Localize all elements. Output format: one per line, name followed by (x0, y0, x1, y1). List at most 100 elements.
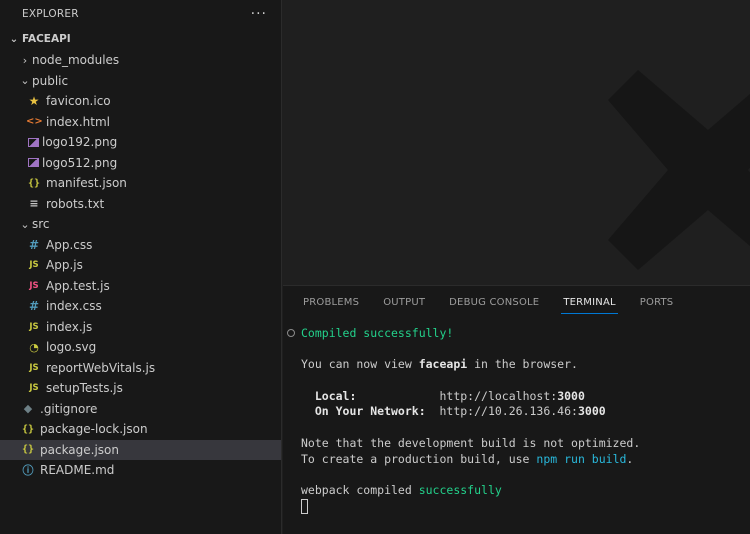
tree-file-package-lock[interactable]: {} package-lock.json (0, 419, 281, 440)
json-file-icon: {} (27, 177, 41, 189)
tree-item-label: index.html (46, 114, 110, 129)
terminal-local-port: 3000 (557, 388, 585, 403)
tree-folder-node-modules[interactable]: › node_modules (0, 50, 281, 71)
panel-tabs: PROBLEMS OUTPUT DEBUG CONSOLE TERMINAL P… (283, 286, 750, 318)
tree-file-report-web-vitals[interactable]: JS reportWebVitals.js (0, 358, 281, 379)
js-file-icon: JS (29, 383, 39, 394)
terminal-build-command: npm run build (536, 451, 627, 466)
tree-item-label: package-lock.json (40, 422, 148, 437)
terminal-line-webpack: webpack compiled successfully (301, 483, 750, 499)
tree-item-label: reportWebVitals.js (46, 360, 156, 375)
tab-ports[interactable]: PORTS (638, 291, 676, 314)
tree-file-index-html[interactable]: <> index.html (0, 112, 281, 133)
css-file-icon: # (28, 299, 40, 314)
tab-terminal[interactable]: TERMINAL (561, 291, 619, 314)
tree-file-manifest[interactable]: {} manifest.json (0, 173, 281, 194)
tree-item-label: App.test.js (46, 278, 110, 293)
tab-problems[interactable]: PROBLEMS (301, 291, 361, 314)
terminal-text: in the browser. (467, 357, 578, 372)
tree-file-logo-svg[interactable]: ◔ logo.svg (0, 337, 281, 358)
text-file-icon: ≡ (29, 197, 39, 211)
tree-file-readme[interactable]: ⓘ README.md (0, 460, 281, 481)
tree-item-label: logo.svg (46, 340, 97, 355)
tree-file-robots[interactable]: ≡ robots.txt (0, 194, 281, 215)
editor-area (283, 0, 750, 284)
tree-item-label: index.js (46, 319, 93, 334)
js-file-icon: JS (29, 362, 39, 373)
tree-item-label: logo512.png (42, 155, 118, 170)
chevron-down-icon: ⌄ (9, 33, 19, 45)
info-file-icon: ⓘ (22, 464, 34, 478)
js-file-icon: JS (29, 260, 39, 271)
explorer-sidebar: EXPLORER ··· ⌄ FACEAPI › node_modules ⌄ … (0, 0, 282, 534)
star-file-icon: ★ (28, 94, 40, 109)
svg-file-icon: ◔ (29, 340, 39, 354)
bottom-panel: PROBLEMS OUTPUT DEBUG CONSOLE TERMINAL P… (283, 285, 750, 534)
tree-file-index-js[interactable]: JS index.js (0, 317, 281, 338)
tree-file-logo512[interactable]: logo512.png (0, 153, 281, 174)
terminal-line-build: To create a production build, use npm ru… (301, 452, 750, 468)
terminal-line-local: Local: http://localhost:3000 (301, 389, 750, 405)
tree-file-app-js[interactable]: JS App.js (0, 255, 281, 276)
tree-item-label: README.md (40, 463, 115, 478)
tree-item-label: src (32, 217, 50, 232)
terminal-line-network: On Your Network: http://10.26.136.46:300… (301, 404, 750, 420)
js-file-icon: JS (29, 321, 39, 332)
tree-folder-src[interactable]: ⌄ src (0, 214, 281, 235)
terminal-cursor (301, 498, 308, 514)
chevron-right-icon: › (22, 53, 28, 67)
explorer-header: EXPLORER ··· (0, 0, 281, 28)
tree-item-label: node_modules (32, 53, 120, 68)
chevron-down-icon: ⌄ (20, 74, 30, 88)
tree-file-app-css[interactable]: # App.css (0, 235, 281, 256)
tree-item-label: setupTests.js (46, 381, 123, 396)
tree-item-label: index.css (46, 299, 102, 314)
terminal-line-compiled: Compiled successfully! (301, 326, 454, 340)
tree-item-label: .gitignore (40, 401, 98, 416)
tree-item-label: favicon.ico (46, 94, 111, 109)
terminal-webpack-status: successfully (418, 482, 502, 497)
command-status-icon (287, 329, 295, 337)
workspace-folder-label: FACEAPI (22, 33, 71, 45)
tree-item-label: App.css (46, 237, 93, 252)
js-test-file-icon: JS (29, 280, 39, 291)
tree-item-label: public (32, 73, 69, 88)
vscode-watermark-icon (608, 70, 750, 270)
workspace-folder-faceapi[interactable]: ⌄ FACEAPI (0, 28, 281, 50)
json-file-icon: {} (21, 423, 35, 435)
terminal-text: webpack compiled (301, 482, 419, 497)
tab-output[interactable]: OUTPUT (381, 291, 427, 314)
image-file-icon (28, 137, 39, 147)
terminal-text: You can now view (301, 357, 419, 372)
tree-item-label: manifest.json (46, 176, 127, 191)
tree-file-app-test[interactable]: JS App.test.js (0, 276, 281, 297)
tree-file-logo192[interactable]: logo192.png (0, 132, 281, 153)
tree-folder-public[interactable]: ⌄ public (0, 71, 281, 92)
terminal-network-port: 3000 (577, 404, 606, 419)
image-file-icon (28, 158, 39, 168)
tree-file-index-css[interactable]: # index.css (0, 296, 281, 317)
html-file-icon: <> (26, 116, 43, 128)
tab-debug-console[interactable]: DEBUG CONSOLE (447, 291, 541, 314)
terminal-local-label: Local: (301, 388, 440, 403)
tree-item-label: package.json (40, 442, 120, 457)
chevron-down-icon: ⌄ (20, 217, 30, 231)
terminal-line-note: Note that the development build is not o… (301, 435, 641, 450)
terminal-app-name: faceapi (418, 357, 468, 372)
terminal-text: To create a production build, use (301, 451, 537, 466)
git-file-icon: ◆ (23, 402, 33, 416)
tree-item-label: robots.txt (46, 196, 105, 211)
tree-item-label: App.js (46, 258, 83, 273)
json-file-icon: {} (21, 444, 35, 456)
terminal-local-url: http://localhost: (439, 388, 558, 403)
tree-file-setup-tests[interactable]: JS setupTests.js (0, 378, 281, 399)
terminal-output[interactable]: Compiled successfully! You can now view … (283, 318, 750, 514)
more-actions-icon[interactable]: ··· (251, 6, 267, 22)
tree-file-gitignore[interactable]: ◆ .gitignore (0, 399, 281, 420)
tree-file-favicon[interactable]: ★ favicon.ico (0, 91, 281, 112)
tree-file-package-json[interactable]: {} package.json (0, 439, 281, 460)
